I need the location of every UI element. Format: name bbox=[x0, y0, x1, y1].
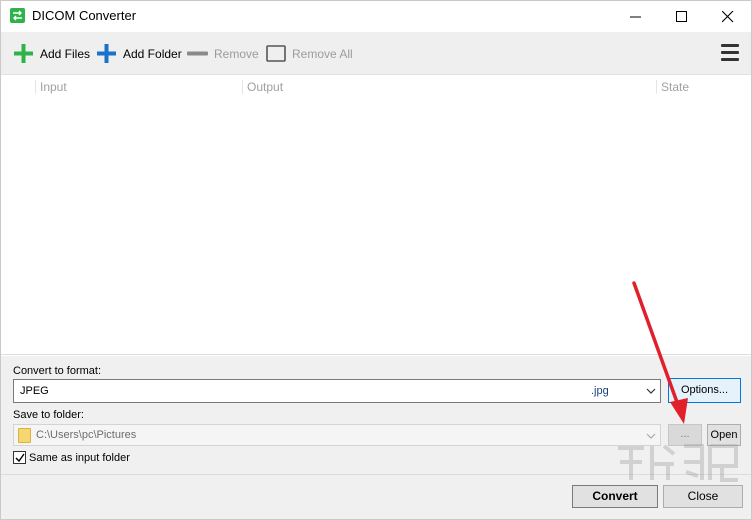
chevron-down-icon bbox=[646, 433, 656, 439]
window-title: DICOM Converter bbox=[32, 8, 137, 23]
plus-green-icon bbox=[14, 44, 33, 63]
add-folder-button[interactable]: Add Folder bbox=[96, 32, 182, 75]
file-list[interactable]: Input Output State bbox=[1, 75, 751, 355]
title-bar: DICOM Converter bbox=[1, 1, 751, 32]
chevron-down-icon bbox=[646, 388, 656, 394]
remove-all-button[interactable]: Remove All bbox=[266, 32, 353, 75]
save-folder-label: Save to folder: bbox=[13, 409, 84, 421]
maximize-icon bbox=[676, 11, 687, 22]
minimize-icon bbox=[630, 16, 641, 18]
format-extension: .jpg bbox=[591, 385, 609, 397]
remove-label: Remove bbox=[214, 46, 259, 61]
remove-all-label: Remove All bbox=[292, 46, 353, 61]
add-folder-label: Add Folder bbox=[123, 46, 182, 61]
footer-bar: Convert Close bbox=[1, 474, 751, 519]
plus-blue-icon bbox=[97, 44, 116, 63]
same-as-input-label: Same as input folder bbox=[29, 451, 130, 464]
format-value: JPEG bbox=[20, 385, 49, 397]
convert-button[interactable]: Convert bbox=[572, 485, 658, 508]
add-files-button[interactable]: Add Files bbox=[13, 32, 90, 75]
same-as-input-checkbox-row[interactable]: Same as input folder bbox=[13, 451, 130, 464]
save-folder-field[interactable]: C:\Users\pc\Pictures bbox=[13, 424, 661, 446]
format-select[interactable]: JPEG .jpg bbox=[13, 379, 661, 403]
same-as-input-checkbox[interactable] bbox=[13, 451, 26, 464]
folder-icon bbox=[18, 428, 31, 443]
close-button[interactable]: Close bbox=[663, 485, 743, 508]
minimize-button[interactable] bbox=[613, 1, 659, 32]
folder-path: C:\Users\pc\Pictures bbox=[36, 429, 137, 441]
settings-panel: Convert to format: JPEG .jpg Options... … bbox=[1, 356, 751, 474]
close-icon bbox=[722, 11, 734, 23]
column-header-input[interactable]: Input bbox=[35, 80, 67, 94]
minus-icon bbox=[187, 51, 208, 56]
app-window: DICOM Converter Add Files Add Folder Rem… bbox=[0, 0, 752, 520]
column-header-output[interactable]: Output bbox=[242, 80, 283, 94]
checkmark-icon bbox=[15, 453, 25, 463]
app-logo-icon bbox=[10, 8, 25, 23]
options-button[interactable]: Options... bbox=[668, 378, 741, 403]
window-close-button[interactable] bbox=[705, 1, 751, 32]
add-files-label: Add Files bbox=[40, 46, 91, 61]
hamburger-menu-icon[interactable] bbox=[721, 44, 741, 62]
open-folder-button[interactable]: Open bbox=[707, 424, 741, 446]
remove-button[interactable]: Remove bbox=[187, 32, 259, 75]
convert-format-label: Convert to format: bbox=[13, 365, 102, 377]
browse-folder-button[interactable]: ... bbox=[668, 424, 702, 446]
clear-all-icon bbox=[266, 44, 286, 62]
maximize-button[interactable] bbox=[659, 1, 705, 32]
column-header-state[interactable]: State bbox=[656, 80, 689, 94]
toolbar: Add Files Add Folder Remove Remove All bbox=[1, 32, 751, 75]
